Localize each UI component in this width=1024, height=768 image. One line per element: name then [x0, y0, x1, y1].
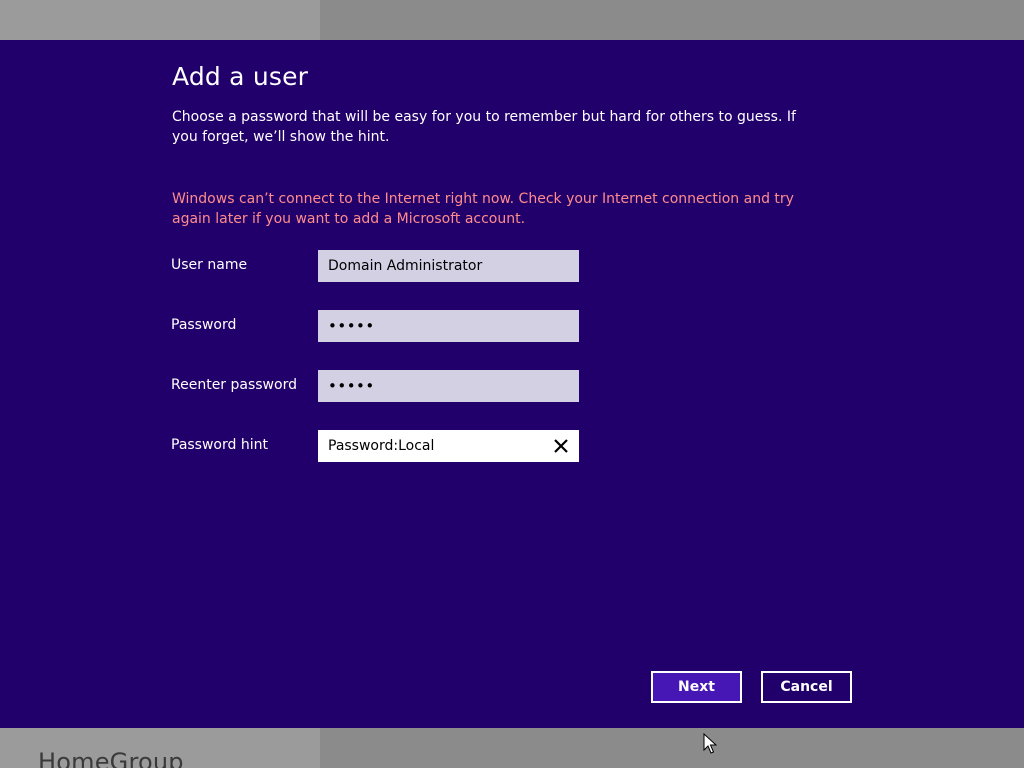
dialog-description: Choose a password that will be easy for … [172, 109, 796, 145]
dialog-title: Add a user [172, 62, 309, 91]
reenter-password-input[interactable] [318, 370, 579, 402]
homegroup-heading: HomeGroup [38, 748, 184, 768]
close-icon[interactable] [551, 436, 571, 456]
password-hint-row: Password hint [171, 430, 591, 462]
add-user-dialog: Add a user Choose a password that will b… [0, 40, 1024, 728]
next-button[interactable]: Next [651, 671, 742, 703]
reenter-password-row: Reenter password [171, 370, 591, 402]
reenter-password-label: Reenter password [171, 377, 297, 393]
connection-warning: Windows can’t connect to the Internet ri… [172, 191, 794, 227]
password-hint-label: Password hint [171, 437, 268, 453]
password-input[interactable] [318, 310, 579, 342]
username-input[interactable] [318, 250, 579, 282]
username-label: User name [171, 257, 248, 273]
cursor-icon [703, 733, 717, 754]
password-label: Password [171, 317, 237, 333]
username-row: User name [171, 250, 591, 282]
password-hint-input[interactable] [318, 430, 579, 462]
password-row: Password [171, 310, 591, 342]
cancel-button[interactable]: Cancel [761, 671, 852, 703]
